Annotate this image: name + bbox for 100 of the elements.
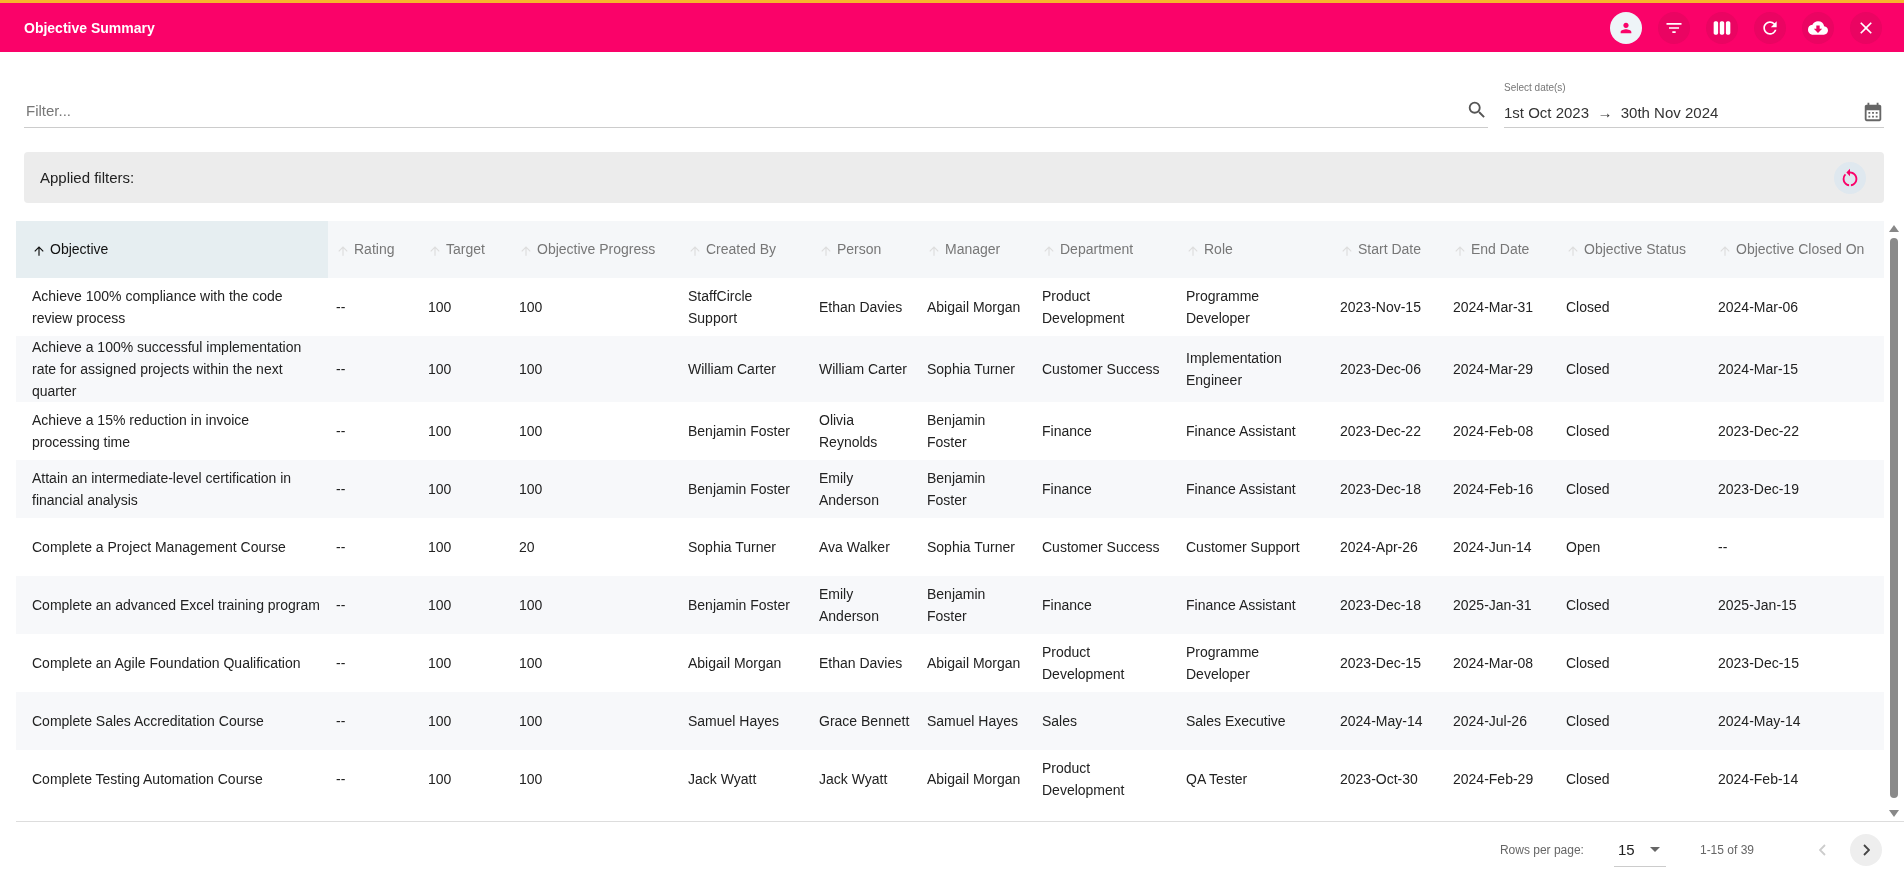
table-cell: 100 xyxy=(420,750,511,808)
table-cell: Customer Success xyxy=(1034,518,1178,576)
table-cell: Finance xyxy=(1034,460,1178,518)
page-range: 1-15 of 39 xyxy=(1699,842,1754,857)
column-header[interactable]: Objective xyxy=(16,221,328,278)
table-cell: Closed xyxy=(1558,634,1710,692)
table-cell: Abigail Morgan xyxy=(919,278,1034,336)
table-cell: 2025-Jan-15 xyxy=(1710,576,1884,634)
applied-filters-label: Applied filters: xyxy=(40,169,136,186)
scroll-down-icon[interactable] xyxy=(1889,810,1899,817)
table-cell: -- xyxy=(328,336,420,402)
table-cell: 100 xyxy=(420,460,511,518)
table-cell: Product Development xyxy=(1034,634,1178,692)
rows-per-page-select[interactable]: 15 xyxy=(1613,832,1666,867)
table-cell: -- xyxy=(328,278,420,336)
table-cell: 2023-Dec-06 xyxy=(1332,336,1445,402)
table-cell: 2024-Feb-08 xyxy=(1445,402,1558,460)
column-header[interactable]: Role xyxy=(1178,221,1332,278)
table-cell: Closed xyxy=(1558,460,1710,518)
column-header[interactable]: Target xyxy=(420,221,511,278)
table-cell: -- xyxy=(328,634,420,692)
table-cell: 100 xyxy=(420,402,511,460)
table-cell: Benjamin Foster xyxy=(919,402,1034,460)
table-cell: Jack Wyatt xyxy=(680,750,811,808)
table-cell: Open xyxy=(1558,518,1710,576)
table-cell: 100 xyxy=(511,402,680,460)
table-cell: Benjamin Foster xyxy=(680,402,811,460)
table-cell: Emily Anderson xyxy=(811,576,919,634)
columns-button[interactable] xyxy=(1706,11,1738,44)
table-cell: Finance Assistant xyxy=(1178,460,1332,518)
table-cell: 100 xyxy=(420,518,511,576)
table-cell: 100 xyxy=(420,692,511,750)
table-cell: 2024-Mar-31 xyxy=(1445,278,1558,336)
column-header[interactable]: Person xyxy=(811,221,919,278)
calendar-icon xyxy=(1862,101,1884,123)
table-cell: Attain an intermediate-level certification in financial analysis xyxy=(16,460,328,518)
table-cell: 2024-Apr-26 xyxy=(1332,518,1445,576)
table-cell: -- xyxy=(328,750,420,808)
table-cell: 2024-Mar-15 xyxy=(1710,336,1884,402)
table-cell: -- xyxy=(328,518,420,576)
table-cell: Grace Bennett xyxy=(811,692,919,750)
column-header[interactable]: Rating xyxy=(328,221,420,278)
table-cell: QA Tester xyxy=(1178,750,1332,808)
table-cell: Samuel Hayes xyxy=(919,692,1034,750)
table-cell: -- xyxy=(1710,518,1884,576)
table-cell: Finance xyxy=(1034,402,1178,460)
user-button[interactable] xyxy=(1610,11,1642,44)
table-cell: 2024-Feb-29 xyxy=(1445,750,1558,808)
filter-field[interactable]: Filter... xyxy=(24,100,1466,120)
next-page-button[interactable] xyxy=(1850,833,1882,866)
column-header[interactable]: Objective Closed On xyxy=(1710,221,1884,278)
column-header[interactable]: Department xyxy=(1034,221,1178,278)
table-cell: Finance Assistant xyxy=(1178,576,1332,634)
table-cell: 100 xyxy=(511,278,680,336)
table-cell: Sophia Turner xyxy=(919,336,1034,402)
table-cell: Complete Testing Automation Course xyxy=(16,750,328,808)
close-button[interactable] xyxy=(1850,11,1882,44)
table-cell: 100 xyxy=(511,692,680,750)
table-cell: 100 xyxy=(511,336,680,402)
table-cell: Product Development xyxy=(1034,750,1178,808)
table-cell: Closed xyxy=(1558,750,1710,808)
table-cell: Programme Developer xyxy=(1178,634,1332,692)
table-cell: Customer Support xyxy=(1178,518,1332,576)
table-cell: 2023-Nov-15 xyxy=(1332,278,1445,336)
rows-per-page-label: Rows per page: xyxy=(1499,842,1584,857)
column-header[interactable]: Created By xyxy=(680,221,811,278)
cloud-download-button[interactable] xyxy=(1802,11,1834,44)
table-cell: Sales Executive xyxy=(1178,692,1332,750)
table-cell: Sales xyxy=(1034,692,1178,750)
chevron-right-icon xyxy=(1862,843,1870,856)
table-cell: Finance Assistant xyxy=(1178,402,1332,460)
date-range-field[interactable]: 1st Oct 2023 → 30th Nov 2024 xyxy=(1504,97,1884,128)
column-header[interactable]: Start Date xyxy=(1332,221,1445,278)
table-cell: -- xyxy=(328,402,420,460)
table-cell: Benjamin Foster xyxy=(919,460,1034,518)
reset-filters-button[interactable] xyxy=(1834,161,1866,194)
table-cell: 100 xyxy=(420,336,511,402)
table-cell: Closed xyxy=(1558,692,1710,750)
table-cell: Abigail Morgan xyxy=(919,750,1034,808)
table-cell: 100 xyxy=(420,576,511,634)
table-cell: -- xyxy=(328,460,420,518)
column-header[interactable]: End Date xyxy=(1445,221,1558,278)
filter-button[interactable] xyxy=(1658,11,1690,44)
table-cell: 2024-Mar-08 xyxy=(1445,634,1558,692)
scroll-up-icon[interactable] xyxy=(1889,225,1899,232)
table-cell: 100 xyxy=(511,460,680,518)
column-header[interactable]: Objective Status xyxy=(1558,221,1710,278)
column-header[interactable]: Objective Progress xyxy=(511,221,680,278)
table-cell: -- xyxy=(328,576,420,634)
refresh-button[interactable] xyxy=(1754,11,1786,44)
search-icon xyxy=(1466,99,1488,121)
column-header[interactable]: Manager xyxy=(919,221,1034,278)
date-label: Select date(s) xyxy=(1504,82,1567,93)
table-cell: Closed xyxy=(1558,576,1710,634)
table-cell: 2023-Dec-18 xyxy=(1332,576,1445,634)
table-cell: 2024-Feb-14 xyxy=(1710,750,1884,808)
scrollbar-thumb[interactable] xyxy=(1890,238,1898,798)
table-cell: Achieve 100% compliance with the code review process xyxy=(16,278,328,336)
table-cell: 2023-Dec-18 xyxy=(1332,460,1445,518)
table-cell: 2024-May-14 xyxy=(1332,692,1445,750)
